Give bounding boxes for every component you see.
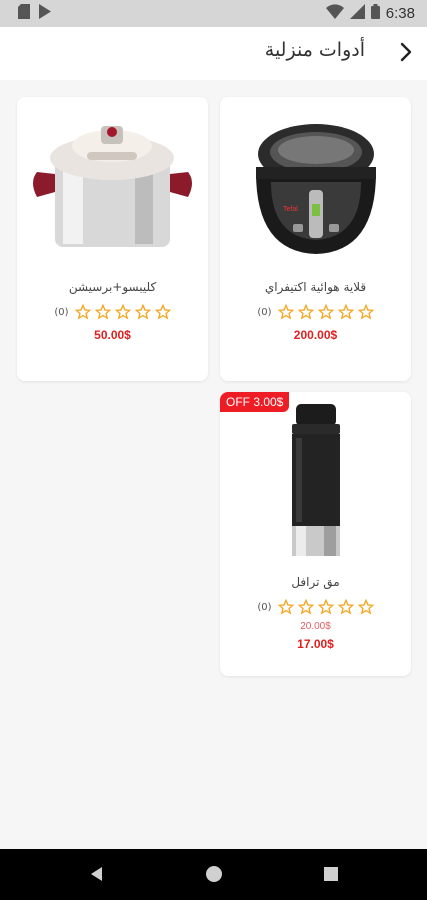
- product-price: 200.00$: [293, 328, 338, 342]
- product-name: مق ترافل: [291, 575, 340, 589]
- product-price: 17.00$: [297, 637, 334, 651]
- discount-badge: OFF 3.00$: [220, 392, 290, 412]
- rating-row: (0): [17, 304, 208, 320]
- travel-mug-image: [220, 402, 411, 562]
- star-rating: [277, 304, 374, 320]
- rating-count: (0): [54, 306, 69, 318]
- star-icon: [277, 599, 294, 615]
- recents-square-icon: [324, 867, 338, 881]
- wifi-icon: [325, 4, 344, 23]
- product-old-price: 20.00$: [300, 621, 331, 632]
- star-icon: [337, 599, 354, 615]
- home-circle-icon: [206, 866, 222, 882]
- nav-home-button[interactable]: [203, 863, 225, 885]
- nav-back-button[interactable]: [86, 863, 108, 885]
- air-fryer-image: Tefal: [220, 107, 411, 267]
- star-icon: [277, 304, 294, 320]
- app-bar: أدوات منزلية: [0, 27, 427, 80]
- product-card[interactable]: OFF 3.00$ مق ترافل (0) 20.00$ 17.00$: [220, 392, 411, 676]
- status-bar: 6:38: [0, 0, 427, 27]
- rating-count: (0): [257, 306, 272, 318]
- product-card[interactable]: كليبسو+برسيشن (0) 50.00$: [17, 97, 208, 381]
- star-icon: [337, 304, 354, 320]
- status-time: 6:38: [385, 5, 415, 22]
- product-card[interactable]: Tefal قلاية هوائية اكتيفراي (0) 200.00$: [220, 97, 411, 381]
- rating-row: (0): [220, 599, 411, 615]
- play-store-icon: [38, 4, 52, 23]
- back-triangle-icon: [91, 867, 102, 881]
- back-button[interactable]: [392, 40, 420, 68]
- sd-card-icon: [18, 4, 30, 23]
- signal-icon: [349, 4, 365, 23]
- star-icon: [357, 599, 374, 615]
- page-title: أدوات منزلية: [264, 39, 365, 61]
- star-icon: [74, 304, 91, 320]
- pressure-cooker-image: [17, 107, 208, 267]
- star-icon: [154, 304, 171, 320]
- star-icon: [114, 304, 131, 320]
- star-icon: [317, 599, 334, 615]
- rating-count: (0): [257, 601, 272, 613]
- nav-recents-button[interactable]: [320, 863, 342, 885]
- star-icon: [317, 304, 334, 320]
- product-price: 50.00$: [94, 328, 131, 342]
- star-icon: [297, 304, 314, 320]
- star-rating: [74, 304, 171, 320]
- battery-icon: [370, 4, 380, 23]
- star-icon: [134, 304, 151, 320]
- star-icon: [297, 599, 314, 615]
- star-icon: [357, 304, 374, 320]
- rating-row: (0): [220, 304, 411, 320]
- star-rating: [277, 599, 374, 615]
- svg-text:Tefal: Tefal: [283, 206, 298, 213]
- star-icon: [94, 304, 111, 320]
- product-name: كليبسو+برسيشن: [68, 280, 157, 294]
- chevron-right-icon: [399, 42, 413, 66]
- system-nav-bar: [0, 849, 427, 900]
- product-name: قلاية هوائية اكتيفراي: [264, 280, 367, 294]
